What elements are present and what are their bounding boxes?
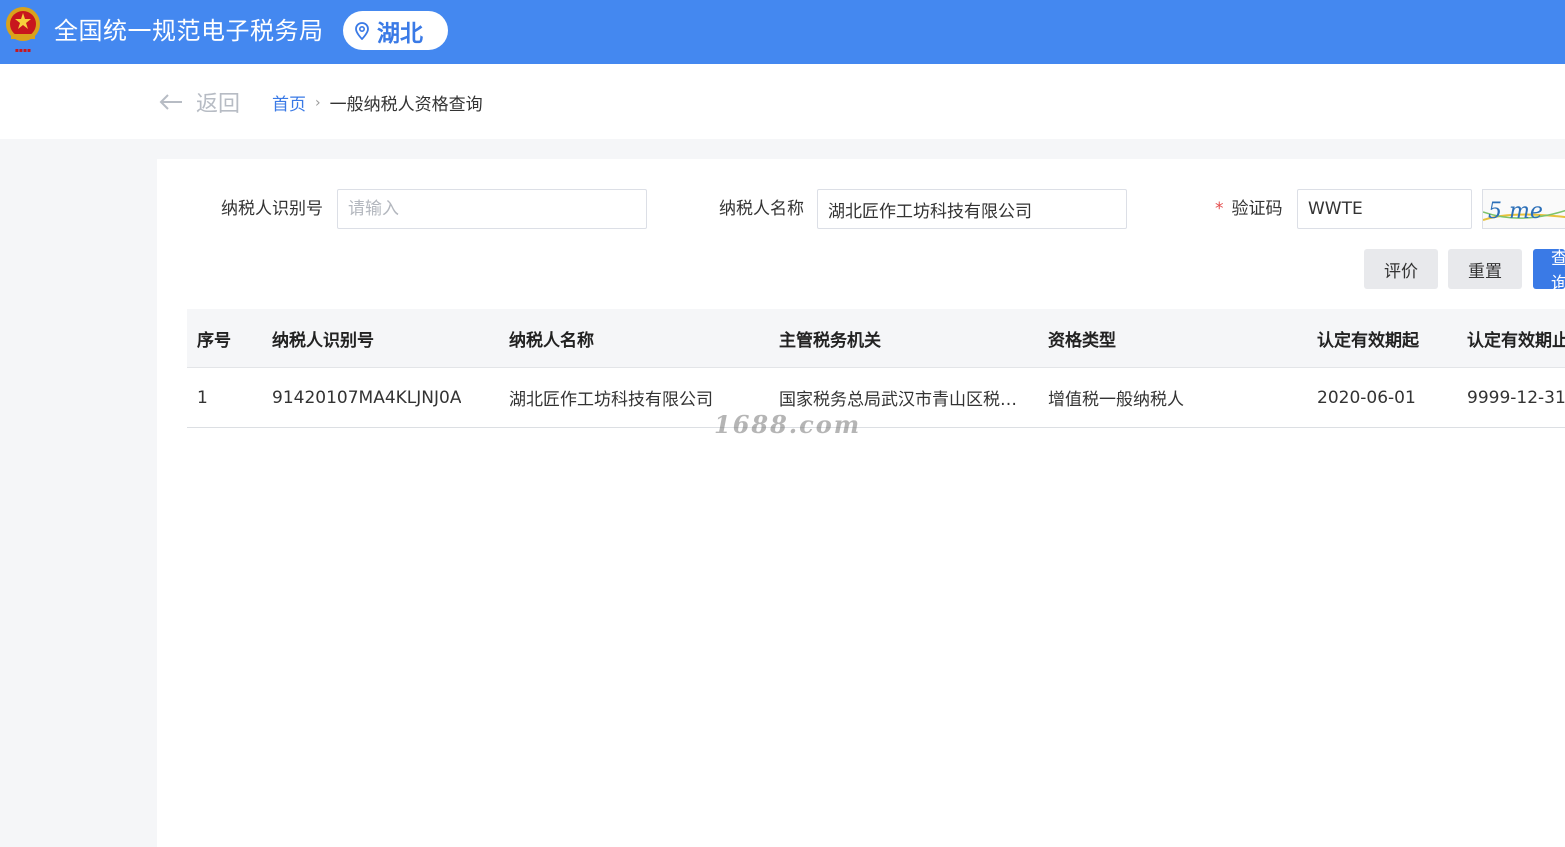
- col-header-index: 序号: [197, 330, 231, 351]
- back-label: 返回: [196, 92, 241, 117]
- query-button-label: 查询: [1551, 249, 1565, 289]
- evaluate-button[interactable]: 评价: [1364, 249, 1438, 289]
- taxpayer-id-label: 纳税人识别号: [221, 199, 323, 219]
- breadcrumb: 首页 › 一般纳税人资格查询: [272, 90, 483, 116]
- breadcrumb-current: 一般纳税人资格查询: [329, 95, 483, 115]
- cell-taxpayer-name: 湖北匠作工坊科技有限公司: [509, 390, 713, 410]
- table-header: 序号 纳税人识别号 纳税人名称 主管税务机关 资格类型 认定有效期起 认定有效期…: [187, 309, 1565, 368]
- national-emblem-icon: ▪▪▪▪: [6, 7, 40, 54]
- captcha-input[interactable]: [1297, 189, 1472, 229]
- chevron-right-icon: ›: [315, 94, 321, 111]
- captcha-image[interactable]: 5 me: [1482, 189, 1565, 229]
- watermark: 1688.com: [714, 410, 862, 439]
- cell-taxpayer-id: 91420107MA4KLJNJ0A: [272, 387, 462, 408]
- captcha-label: 验证码: [1231, 199, 1283, 219]
- captcha-text: 5 me: [1488, 199, 1543, 224]
- col-header-valid-to: 认定有效期止: [1467, 330, 1565, 351]
- cell-valid-to: 9999-12-31: [1467, 387, 1565, 408]
- arrow-left-icon: [159, 94, 182, 110]
- site-title: 全国统一规范电子税务局: [54, 17, 324, 45]
- region-selector[interactable]: 湖北: [343, 11, 448, 50]
- back-button[interactable]: 返回: [158, 86, 240, 118]
- captcha-label-group: * 验证码: [1215, 189, 1283, 229]
- region-label: 湖北: [377, 20, 423, 47]
- reset-button[interactable]: 重置: [1448, 249, 1522, 289]
- taxpayer-name-input[interactable]: [817, 189, 1127, 229]
- svg-text:▪▪▪▪: ▪▪▪▪: [15, 47, 31, 54]
- captcha-graphic: 5 me: [1483, 199, 1565, 224]
- cell-valid-from: 2020-06-01: [1317, 387, 1416, 408]
- col-header-taxpayer-id: 纳税人识别号: [272, 330, 374, 351]
- location-pin-icon: [355, 21, 369, 40]
- col-header-tax-authority: 主管税务机关: [779, 330, 881, 351]
- cell-index: 1: [197, 387, 208, 408]
- query-panel: 纳税人识别号 纳税人名称 * 验证码 5 me 评价 重置 查询 序号 纳税人识别…: [157, 159, 1565, 847]
- required-mark: *: [1215, 199, 1224, 219]
- col-header-qualification-type: 资格类型: [1048, 330, 1116, 351]
- query-button[interactable]: 查询: [1533, 249, 1565, 289]
- top-bar: ▪▪▪▪ 全国统一规范电子税务局 湖北: [0, 0, 1565, 64]
- table-row[interactable]: 1 91420107MA4KLJNJ0A 湖北匠作工坊科技有限公司 国家税务总局…: [187, 368, 1565, 428]
- breadcrumb-home-link[interactable]: 首页: [272, 90, 306, 115]
- taxpayer-id-input[interactable]: [337, 189, 647, 229]
- result-table: 序号 纳税人识别号 纳税人名称 主管税务机关 资格类型 认定有效期起 认定有效期…: [187, 309, 1565, 428]
- col-header-taxpayer-name: 纳税人名称: [509, 330, 594, 351]
- col-header-valid-from: 认定有效期起: [1317, 330, 1419, 351]
- taxpayer-name-label: 纳税人名称: [719, 199, 804, 219]
- cell-qualification-type: 增值税一般纳税人: [1048, 390, 1184, 410]
